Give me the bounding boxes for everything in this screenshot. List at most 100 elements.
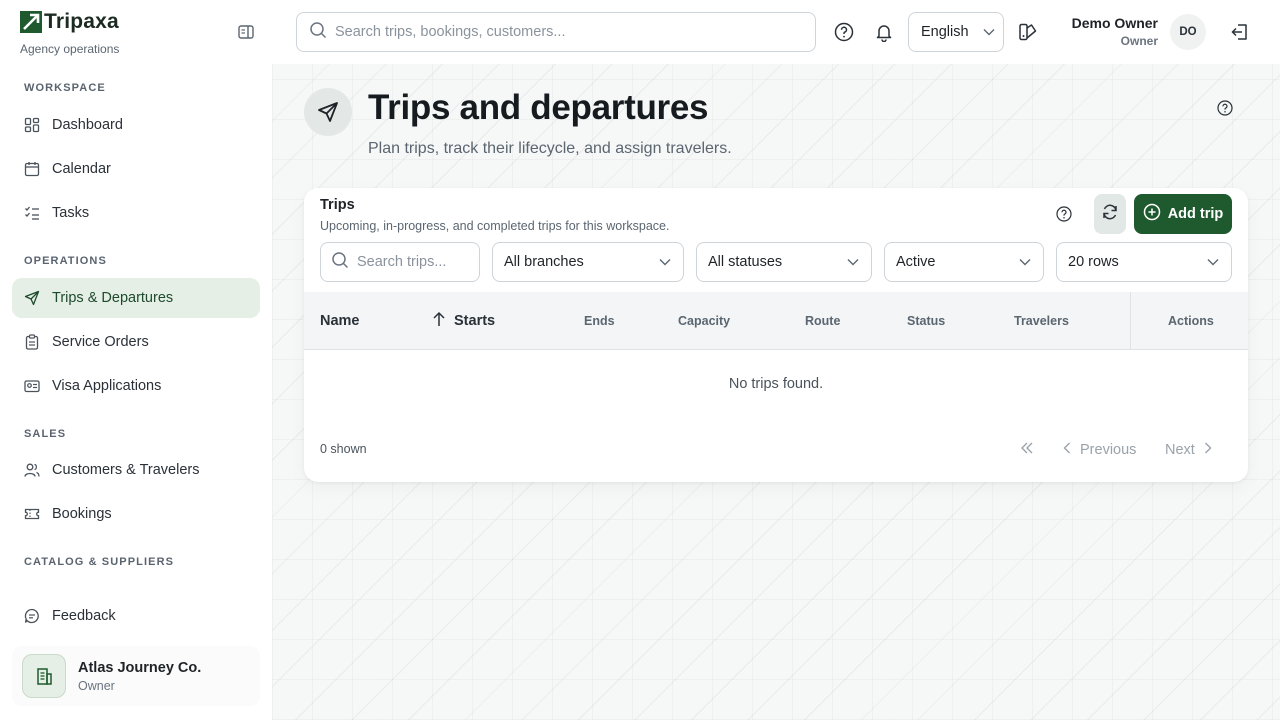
chevron-down-icon xyxy=(1019,254,1031,270)
theme-palette-icon[interactable] xyxy=(1016,20,1040,44)
sidebar-item-service-orders[interactable]: Service Orders xyxy=(12,322,260,362)
next-label: Next xyxy=(1165,442,1195,458)
sidebar-item-visa-applications[interactable]: Visa Applications xyxy=(12,366,260,406)
refresh-icon xyxy=(1101,203,1119,226)
status-filter-value: All statuses xyxy=(708,254,783,270)
sidebar-item-label: Customers & Travelers xyxy=(52,462,200,478)
clipboard-icon xyxy=(24,334,40,350)
global-search[interactable] xyxy=(296,12,816,52)
organization-switcher[interactable]: Atlas Journey Co. Owner xyxy=(12,646,260,706)
help-icon[interactable] xyxy=(1056,206,1072,222)
trips-card: Trips Upcoming, in-progress, and complet… xyxy=(304,188,1248,482)
chevron-down-icon xyxy=(1207,254,1219,270)
column-header-capacity[interactable]: Capacity xyxy=(678,292,730,350)
section-label-workspace: WORKSPACE xyxy=(24,82,106,94)
column-header-route[interactable]: Route xyxy=(805,292,840,350)
sidebar-item-label: Calendar xyxy=(52,161,111,177)
table-header: Name Starts Ends Capacity Route Status T… xyxy=(304,292,1248,350)
sidebar-item-trips-departures[interactable]: Trips & Departures xyxy=(12,278,260,318)
organization-name: Atlas Journey Co. xyxy=(78,659,202,676)
sidebar-item-label: Bookings xyxy=(52,506,112,522)
building-icon xyxy=(22,654,66,698)
add-trip-button[interactable]: Add trip xyxy=(1134,194,1232,234)
sidebar-item-calendar[interactable]: Calendar xyxy=(12,149,260,189)
sort-ascending-icon xyxy=(432,311,446,331)
search-icon xyxy=(331,251,349,274)
search-icon xyxy=(309,21,327,44)
sidebar-item-dashboard[interactable]: Dashboard xyxy=(12,105,260,145)
rows-per-page-select[interactable]: 20 rows xyxy=(1056,242,1232,282)
help-icon[interactable] xyxy=(832,20,856,44)
section-label-operations: OPERATIONS xyxy=(24,255,107,267)
chevrons-left-icon xyxy=(1020,441,1034,459)
status-filter[interactable]: All statuses xyxy=(696,242,872,282)
bell-icon[interactable] xyxy=(872,20,896,44)
organization-role: Owner xyxy=(78,678,115,693)
column-header-actions: Actions xyxy=(1168,314,1214,328)
sidebar-item-feedback[interactable]: Feedback xyxy=(12,596,260,636)
users-icon xyxy=(24,462,40,478)
column-header-name[interactable]: Name xyxy=(320,292,360,350)
user-info[interactable]: Demo Owner Owner xyxy=(1048,15,1158,48)
column-divider xyxy=(1130,292,1131,350)
sidebar-item-label: Service Orders xyxy=(52,334,149,350)
sidebar-item-label: Visa Applications xyxy=(52,378,162,394)
sidebar-item-label: Trips & Departures xyxy=(52,290,174,306)
add-trip-label: Add trip xyxy=(1167,206,1224,222)
page-subtitle: Plan trips, track their lifecycle, and a… xyxy=(368,140,732,157)
calendar-icon xyxy=(24,161,40,177)
plus-circle-icon xyxy=(1143,203,1161,225)
id-card-icon xyxy=(24,378,40,394)
brand-name: Tripaxa xyxy=(44,10,119,33)
active-filter-value: Active xyxy=(896,254,936,270)
section-label-sales: SALES xyxy=(24,428,67,440)
logout-icon[interactable] xyxy=(1228,20,1252,44)
global-search-input[interactable] xyxy=(335,24,815,40)
branch-filter[interactable]: All branches xyxy=(492,242,684,282)
avatar[interactable]: DO xyxy=(1170,14,1206,50)
first-page-button[interactable] xyxy=(1020,432,1034,468)
column-header-travelers[interactable]: Travelers xyxy=(1014,292,1069,350)
chevron-left-icon xyxy=(1062,441,1072,459)
language-select[interactable]: English xyxy=(908,12,1004,52)
tasks-icon xyxy=(24,205,40,221)
sidebar-item-customers-travelers[interactable]: Customers & Travelers xyxy=(12,450,260,490)
refresh-button[interactable] xyxy=(1094,194,1126,234)
previous-page-button[interactable]: Previous xyxy=(1062,432,1136,468)
column-header-status[interactable]: Status xyxy=(907,292,945,350)
message-icon xyxy=(24,608,40,624)
user-role: Owner xyxy=(1120,34,1158,48)
collapse-sidebar-icon[interactable] xyxy=(236,23,256,41)
sidebar-item-label: Dashboard xyxy=(52,117,123,133)
dashboard-icon xyxy=(24,117,40,133)
sidebar-item-label: Tasks xyxy=(52,205,90,221)
language-selected: English xyxy=(921,24,969,40)
chevron-down-icon xyxy=(847,254,859,270)
ticket-icon xyxy=(24,506,40,522)
active-filter[interactable]: Active xyxy=(884,242,1044,282)
card-subtitle: Upcoming, in-progress, and completed tri… xyxy=(320,219,670,233)
trips-search[interactable] xyxy=(320,242,480,282)
help-icon[interactable] xyxy=(1216,99,1234,117)
send-icon xyxy=(304,88,352,136)
previous-label: Previous xyxy=(1080,442,1137,458)
sidebar-item-bookings[interactable]: Bookings xyxy=(12,494,260,534)
chevron-down-icon xyxy=(983,24,995,40)
next-page-button[interactable]: Next xyxy=(1165,432,1213,468)
send-icon xyxy=(24,290,40,306)
sidebar-item-label: Feedback xyxy=(52,608,116,624)
brand[interactable]: Tripaxa Agency operations xyxy=(20,10,119,56)
trips-search-input[interactable] xyxy=(357,254,479,270)
sidebar: Tripaxa Agency operations WORKSPACE Dash… xyxy=(0,0,272,720)
rows-shown-count: 0 shown xyxy=(320,442,367,456)
column-header-ends[interactable]: Ends xyxy=(584,292,615,350)
branch-filter-value: All branches xyxy=(504,254,584,270)
section-label-catalog-suppliers: CATALOG & SUPPLIERS xyxy=(24,556,175,568)
sidebar-item-tasks[interactable]: Tasks xyxy=(12,193,260,233)
card-title: Trips xyxy=(320,197,355,213)
column-header-starts[interactable]: Starts xyxy=(432,292,495,350)
brand-subtitle: Agency operations xyxy=(20,42,120,56)
user-name: Demo Owner xyxy=(1071,15,1158,31)
chevron-down-icon xyxy=(659,254,671,270)
empty-state-message: No trips found. xyxy=(728,376,824,392)
